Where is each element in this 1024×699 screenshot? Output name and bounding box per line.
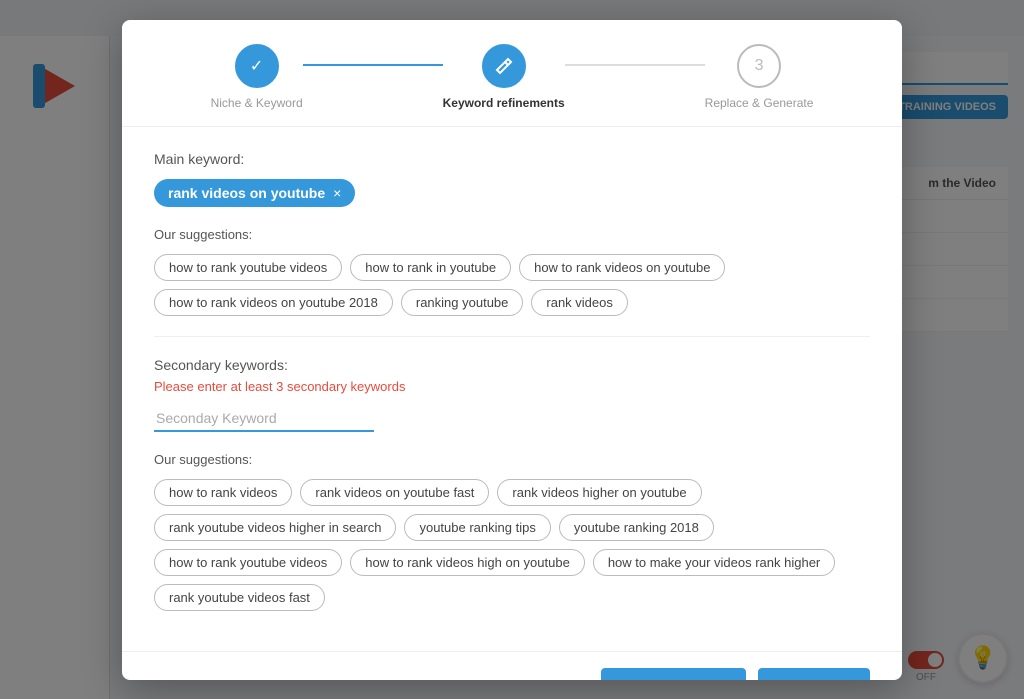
secondary-suggestion-tag-5[interactable]: youtube ranking 2018 — [559, 514, 714, 541]
step-3-circle: 3 — [737, 44, 781, 88]
divider-1 — [154, 336, 870, 337]
main-keyword-close[interactable]: × — [333, 185, 341, 201]
secondary-keywords-label: Secondary keywords: — [154, 357, 870, 373]
main-keyword-text: rank videos on youtube — [168, 185, 325, 201]
suggestions-label: Our suggestions: — [154, 227, 870, 242]
secondary-suggestion-tag-6[interactable]: how to rank youtube videos — [154, 549, 342, 576]
secondary-suggestion-tag-0[interactable]: how to rank videos — [154, 479, 292, 506]
secondary-keyword-input[interactable] — [154, 406, 374, 432]
secondary-suggestion-tag-4[interactable]: youtube ranking tips — [404, 514, 550, 541]
step-2-label: Keyword refinements — [443, 96, 565, 110]
modal-overlay: ✓ Niche & Keyword Keyword refinements 3 … — [0, 0, 1024, 699]
main-suggestions-container: how to rank youtube videos how to rank in… — [154, 254, 870, 316]
secondary-suggestion-tag-7[interactable]: how to rank videos high on youtube — [350, 549, 585, 576]
modal-footer: CLOSE PREVIOUS STEP NEXT STEP — [122, 651, 902, 680]
stepper: ✓ Niche & Keyword Keyword refinements 3 … — [122, 20, 902, 127]
main-suggestion-tag-5[interactable]: rank videos — [531, 289, 627, 316]
modal-body: Main keyword: rank videos on youtube × O… — [122, 127, 902, 651]
secondary-suggestion-tag-9[interactable]: rank youtube videos fast — [154, 584, 325, 611]
secondary-suggestion-tag-8[interactable]: how to make your videos rank higher — [593, 549, 835, 576]
secondary-suggestion-tag-1[interactable]: rank videos on youtube fast — [300, 479, 489, 506]
step-3-label: Replace & Generate — [705, 96, 814, 110]
step-1-circle: ✓ — [235, 44, 279, 88]
secondary-suggestions-container: how to rank videos rank videos on youtube… — [154, 479, 870, 611]
step-1: ✓ Niche & Keyword — [211, 44, 303, 110]
step-2: Keyword refinements — [443, 44, 565, 110]
step-3: 3 Replace & Generate — [705, 44, 814, 110]
main-suggestion-tag-4[interactable]: ranking youtube — [401, 289, 524, 316]
secondary-suggestion-tag-2[interactable]: rank videos higher on youtube — [497, 479, 701, 506]
previous-step-button[interactable]: PREVIOUS STEP — [601, 668, 746, 680]
modal: ✓ Niche & Keyword Keyword refinements 3 … — [122, 20, 902, 680]
main-suggestion-tag-3[interactable]: how to rank videos on youtube 2018 — [154, 289, 393, 316]
step-connector-2 — [565, 64, 705, 66]
next-step-button[interactable]: NEXT STEP — [758, 668, 870, 680]
main-keyword-label: Main keyword: — [154, 151, 870, 167]
step-2-circle — [482, 44, 526, 88]
secondary-suggestion-tag-3[interactable]: rank youtube videos higher in search — [154, 514, 396, 541]
main-suggestion-tag-0[interactable]: how to rank youtube videos — [154, 254, 342, 281]
step-1-label: Niche & Keyword — [211, 96, 303, 110]
close-button[interactable]: CLOSE — [509, 669, 589, 680]
main-keyword-tag: rank videos on youtube × — [154, 179, 355, 207]
main-suggestion-tag-2[interactable]: how to rank videos on youtube — [519, 254, 725, 281]
secondary-suggestions-label: Our suggestions: — [154, 452, 870, 467]
secondary-error-text: Please enter at least 3 secondary keywor… — [154, 379, 870, 394]
main-suggestion-tag-1[interactable]: how to rank in youtube — [350, 254, 511, 281]
step-connector-1 — [303, 64, 443, 66]
